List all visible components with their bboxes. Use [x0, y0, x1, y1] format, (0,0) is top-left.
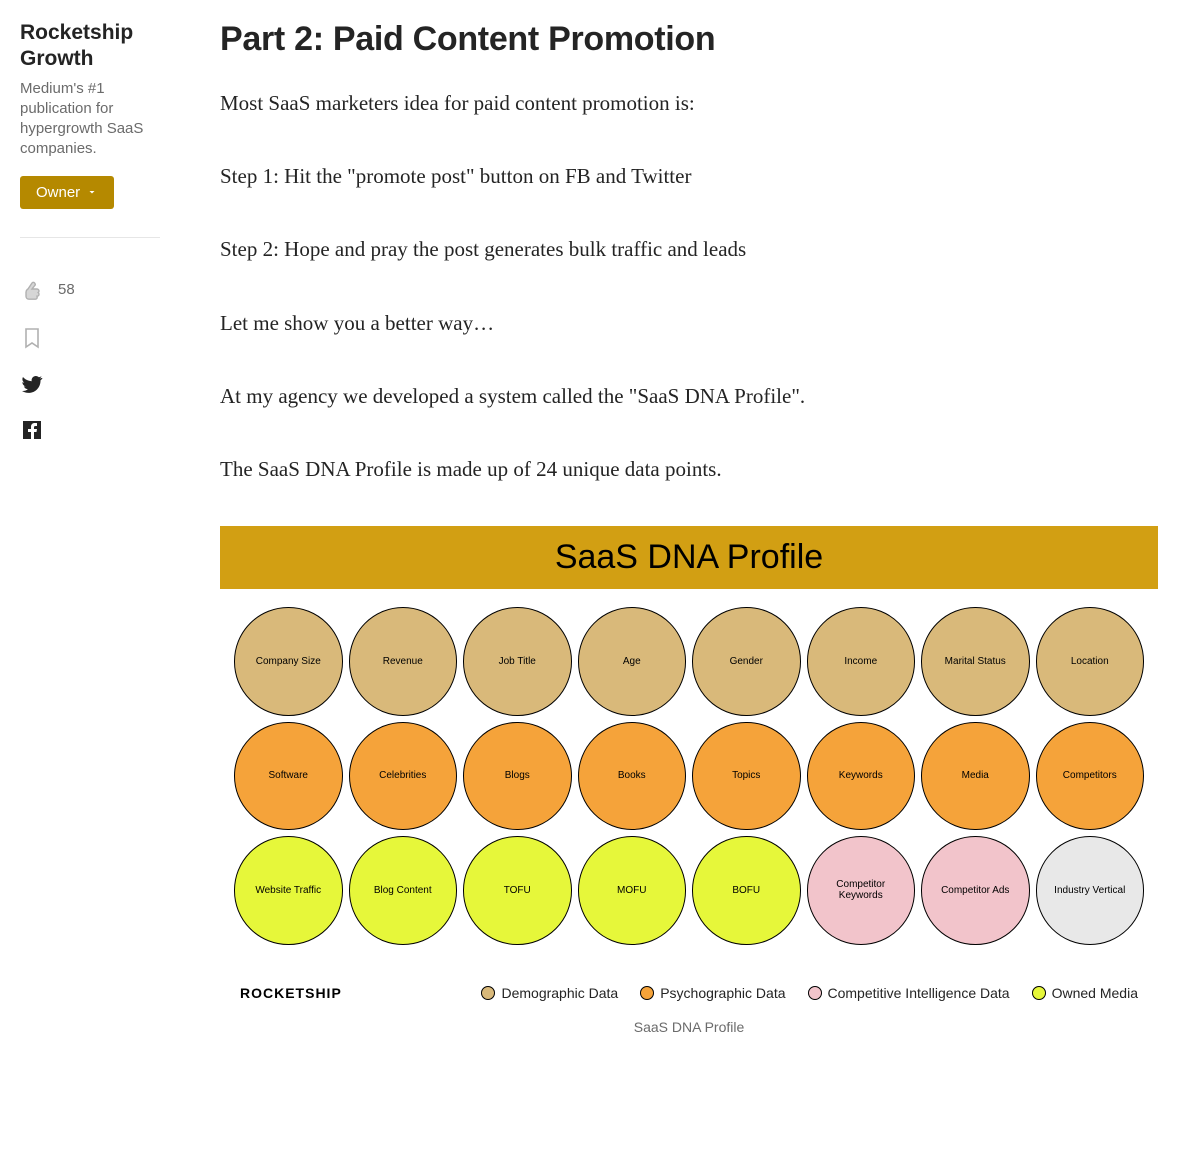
legend-item: Psychographic Data — [640, 985, 785, 1001]
legend-item: Demographic Data — [481, 985, 618, 1001]
publication-title[interactable]: Rocketship Growth — [20, 20, 160, 73]
legend-label: Competitive Intelligence Data — [828, 985, 1010, 1001]
dna-circle: Books — [578, 722, 687, 831]
owner-dropdown-button[interactable]: Owner — [20, 176, 114, 209]
legend-swatch — [481, 986, 495, 1000]
dna-circle: Blogs — [463, 722, 572, 831]
dna-circle: BOFU — [692, 836, 801, 945]
paragraph: Step 1: Hit the "promote post" button on… — [220, 160, 1158, 193]
dna-circle: Job Title — [463, 607, 572, 716]
circle-grid: Company SizeRevenueJob TitleAgeGenderInc… — [220, 589, 1158, 955]
dna-circle: Celebrities — [349, 722, 458, 831]
figure-brand: ROCKETSHIP — [240, 985, 342, 1001]
dna-circle: Company Size — [234, 607, 343, 716]
dna-circle: MOFU — [578, 836, 687, 945]
dna-circle: Competitors — [1036, 722, 1145, 831]
paragraph: The SaaS DNA Profile is made up of 24 un… — [220, 453, 1158, 486]
legend-label: Demographic Data — [501, 985, 618, 1001]
figure-caption: SaaS DNA Profile — [220, 1019, 1158, 1035]
dna-circle: Age — [578, 607, 687, 716]
dna-circle: Income — [807, 607, 916, 716]
facebook-share-button[interactable] — [20, 418, 160, 442]
facebook-icon — [20, 418, 44, 442]
dna-circle: Competitor Keywords — [807, 836, 916, 945]
twitter-share-button[interactable] — [20, 372, 160, 396]
dna-circle: Revenue — [349, 607, 458, 716]
clap-action[interactable]: 58 — [20, 278, 160, 302]
figure-legend: ROCKETSHIP Demographic Data Psychographic… — [220, 955, 1158, 1007]
dna-profile-figure: SaaS DNA Profile Company SizeRevenueJob … — [220, 526, 1158, 1035]
chevron-down-icon — [86, 186, 98, 198]
clap-icon — [20, 278, 44, 302]
paragraph: Step 2: Hope and pray the post generates… — [220, 233, 1158, 266]
clap-count: 58 — [58, 281, 75, 298]
legend-item: Owned Media — [1032, 985, 1138, 1001]
dna-circle: Software — [234, 722, 343, 831]
twitter-icon — [20, 372, 44, 396]
dna-circle: Marital Status — [921, 607, 1030, 716]
dna-circle: Competitor Ads — [921, 836, 1030, 945]
dna-circle: Location — [1036, 607, 1145, 716]
paragraph: Most SaaS marketers idea for paid conten… — [220, 87, 1158, 120]
paragraph: Let me show you a better way… — [220, 307, 1158, 340]
dna-circle: Keywords — [807, 722, 916, 831]
legend-label: Psychographic Data — [660, 985, 785, 1001]
figure-title: SaaS DNA Profile — [220, 526, 1158, 589]
legend-swatch — [1032, 986, 1046, 1000]
dna-circle: Blog Content — [349, 836, 458, 945]
dna-circle: Media — [921, 722, 1030, 831]
article-heading: Part 2: Paid Content Promotion — [220, 20, 1158, 59]
bookmark-icon — [20, 326, 44, 350]
dna-circle: Gender — [692, 607, 801, 716]
article-main: Part 2: Paid Content Promotion Most SaaS… — [180, 20, 1158, 1035]
paragraph: At my agency we developed a system calle… — [220, 380, 1158, 413]
legend-swatch — [640, 986, 654, 1000]
bookmark-button[interactable] — [20, 326, 160, 350]
publication-description: Medium's #1 publication for hypergrowth … — [20, 79, 160, 160]
sidebar: Rocketship Growth Medium's #1 publicatio… — [20, 20, 180, 1035]
legend-swatch — [808, 986, 822, 1000]
dna-circle: Industry Vertical — [1036, 836, 1145, 945]
legend-item: Competitive Intelligence Data — [808, 985, 1010, 1001]
owner-button-label: Owner — [36, 184, 80, 201]
dna-circle: Topics — [692, 722, 801, 831]
dna-circle: TOFU — [463, 836, 572, 945]
divider — [20, 237, 160, 238]
dna-circle: Website Traffic — [234, 836, 343, 945]
legend-label: Owned Media — [1052, 985, 1138, 1001]
